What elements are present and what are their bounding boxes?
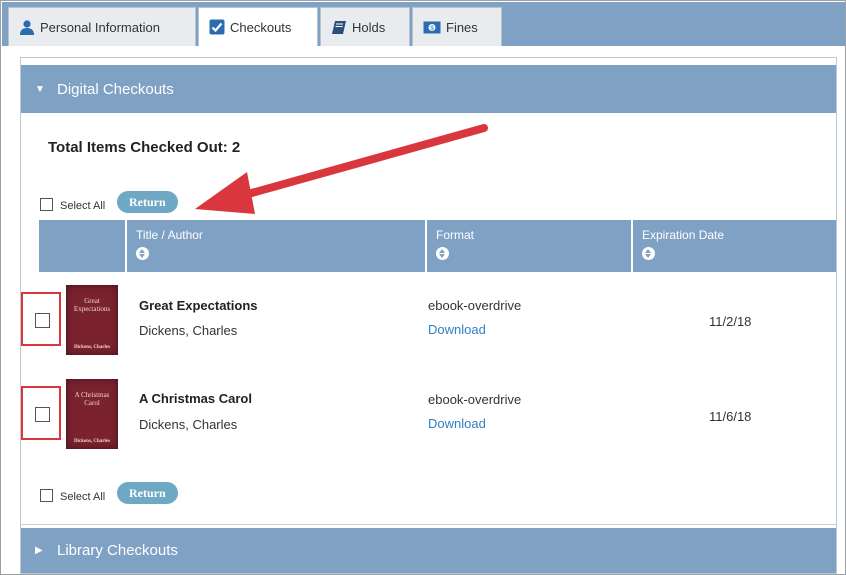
download-link[interactable]: Download [428,322,486,337]
sort-icon[interactable] [436,247,449,260]
item-author: Dickens, Charles [139,323,238,338]
library-checkouts-header[interactable]: ▶ Library Checkouts [21,528,836,573]
caret-right-icon: ▶ [35,545,43,556]
expiration-date: 11/2/18 [709,314,752,329]
section-title: Library Checkouts [57,542,178,559]
return-button-bottom[interactable]: Return [117,482,178,504]
tab-fines[interactable]: $ Fines [412,7,502,46]
tab-personal-information[interactable]: Personal Information [8,7,196,46]
sort-icon[interactable] [136,247,149,260]
item-format: ebook-overdrive [428,392,522,407]
column-label: Expiration Date [642,228,725,242]
expiration-date: 11/6/18 [709,409,752,424]
download-link[interactable]: Download [428,416,486,431]
column-label: Format [436,228,475,242]
tab-label: Holds [352,19,386,35]
checkbox-icon [209,19,225,35]
column-format[interactable]: Format [425,220,631,272]
sort-icon[interactable] [642,247,655,260]
account-page: Personal Information Checkouts Holds $ F… [0,0,846,575]
item-title[interactable]: A Christmas Carol [139,391,252,406]
book-cover-image[interactable]: A Christmas Carol Dickens, Charles [66,379,118,449]
annotation-arrow [195,124,488,214]
caret-down-icon: ▼ [35,83,45,95]
person-icon [19,19,35,35]
item-checkbox[interactable] [35,313,50,328]
table-header: Title / Author Format Expiration Date [39,220,836,272]
column-title-author[interactable]: Title / Author [125,220,425,272]
cover-title: A Christmas Carol [74,391,110,407]
cover-author: Dickens, Charles [73,345,111,350]
select-all-checkbox-top[interactable] [40,198,53,211]
item-format: ebook-overdrive [428,298,522,313]
tab-label: Fines [446,19,478,35]
money-icon: $ [423,21,441,34]
cover-author: Dickens, Charles [73,439,111,444]
section-title: Digital Checkouts [57,80,174,98]
tab-checkouts[interactable]: Checkouts [198,7,318,46]
tab-label: Checkouts [230,19,292,35]
divider [21,524,836,525]
return-button-top[interactable]: Return [117,191,178,213]
select-all-label-bottom: Select All [60,491,106,503]
tab-holds[interactable]: Holds [320,7,410,46]
tab-bar: Personal Information Checkouts Holds $ F… [2,2,845,46]
column-label: Title / Author [136,228,203,242]
column-expiration-date[interactable]: Expiration Date [631,220,836,272]
item-author: Dickens, Charles [139,417,238,432]
select-all-checkbox-bottom[interactable] [40,489,53,502]
select-all-label-top: Select All [60,200,106,212]
book-cover-image[interactable]: Great Expectations Dickens, Charles [66,285,118,355]
cover-title: Great Expectations [73,297,111,313]
book-icon [331,20,347,35]
item-title[interactable]: Great Expectations [139,298,258,313]
item-checkbox[interactable] [35,407,50,422]
checkouts-panel: ▼ Digital Checkouts Total Items Checked … [20,57,837,574]
digital-checkouts-header[interactable]: ▼ Digital Checkouts [21,65,836,113]
tab-label: Personal Information [40,19,160,35]
